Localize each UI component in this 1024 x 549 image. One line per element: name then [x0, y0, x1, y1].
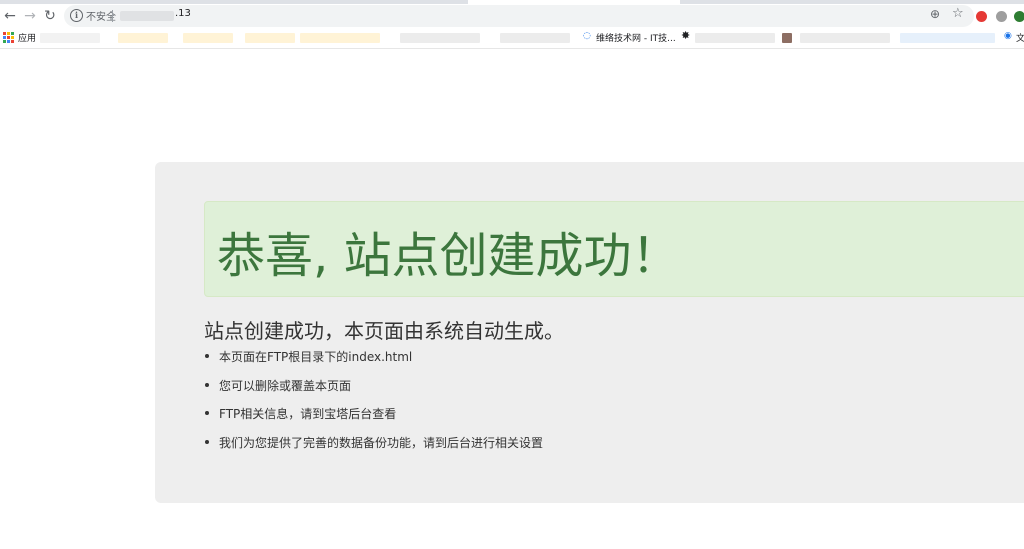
url-host-redacted: [120, 11, 174, 21]
apps-dot: [7, 36, 10, 39]
bookmark-it-site[interactable]: 维络技术网 - IT技...: [596, 31, 676, 44]
jumbotron: 恭喜, 站点创建成功！ 站点创建成功，本页面由系统自动生成。 本页面在FTP根目…: [155, 162, 1024, 503]
address-bar[interactable]: i 不安全 .13 ⊕ ☆: [64, 5, 974, 27]
success-alert: 恭喜, 站点创建成功！: [204, 201, 1024, 297]
list-item-text: FTP相关信息，请到宝塔后台查看: [219, 407, 397, 421]
bookmark-apps[interactable]: 应用: [18, 31, 36, 44]
bookmark-redacted[interactable]: [400, 33, 480, 43]
apps-dot: [3, 32, 6, 35]
lead-text: 站点创建成功，本页面由系统自动生成。: [204, 319, 564, 343]
extension-swirl-icon[interactable]: [996, 11, 1007, 22]
list-item: 我们为您提供了完善的数据备份功能，请到后台进行相关设置: [204, 434, 543, 463]
bookmark-last[interactable]: 文: [1016, 31, 1024, 44]
apps-dot: [11, 32, 14, 35]
info-list: 本页面在FTP根目录下的index.html 您可以删除或覆盖本页面 FTP相关…: [204, 348, 543, 462]
zoom-icon[interactable]: ⊕: [930, 7, 940, 21]
bookmark-favicon: ◉: [1004, 31, 1012, 41]
bookmark-star-icon[interactable]: ☆: [952, 6, 964, 21]
apps-dot: [3, 40, 6, 43]
bookmark-redacted[interactable]: [300, 33, 380, 43]
list-item-text: 我们为您提供了完善的数据备份功能，请到后台进行相关设置: [219, 435, 544, 450]
bullet: [205, 382, 209, 387]
apps-dot: [11, 40, 14, 43]
list-item: 您可以删除或覆盖本页面: [204, 377, 543, 406]
bullet: [205, 411, 209, 415]
bullet: [205, 354, 209, 358]
list-item-text: 您可以删除或覆盖本页面: [219, 378, 352, 393]
bookmark-redacted[interactable]: [183, 33, 233, 43]
address-separator: [112, 10, 113, 22]
bookmark-favicon: ◌: [583, 31, 591, 41]
forward-icon[interactable]: →: [20, 4, 40, 28]
bookmark-redacted[interactable]: [500, 33, 570, 43]
back-icon[interactable]: ←: [0, 4, 20, 28]
info-icon[interactable]: i: [70, 9, 83, 22]
url-text[interactable]: .13: [175, 8, 191, 19]
list-item: 本页面在FTP根目录下的index.html: [204, 348, 543, 377]
apps-dot: [7, 32, 10, 35]
bookmarks-bar: 应用 ◌ 维络技术网 - IT技... ✸ ◉ 文: [0, 28, 1024, 48]
bullet: [205, 439, 209, 444]
apps-dot: [3, 36, 6, 39]
success-headline: 恭喜, 站点创建成功！: [217, 228, 680, 284]
apps-dot: [7, 40, 10, 43]
list-item: FTP相关信息，请到宝塔后台查看: [204, 405, 543, 434]
apps-grid-icon[interactable]: [3, 32, 14, 43]
bookmark-redacted[interactable]: [900, 33, 995, 43]
bookmark-redacted[interactable]: [800, 33, 890, 43]
bookmark-redacted[interactable]: [695, 33, 775, 43]
bookmark-redacted[interactable]: [118, 33, 168, 43]
extension-green-icon[interactable]: [1014, 11, 1024, 22]
extension-red-icon[interactable]: [976, 11, 987, 22]
list-item-text: 本页面在FTP根目录下的index.html: [219, 350, 413, 364]
bookmark-redacted[interactable]: [40, 33, 100, 43]
browser-toolbar: ← → ↻ i 不安全 .13 ⊕ ☆: [0, 4, 1024, 28]
reload-icon[interactable]: ↻: [40, 4, 60, 28]
bookmark-star-glyph[interactable]: ✸: [681, 29, 690, 42]
bookmark-redacted[interactable]: [782, 33, 792, 43]
apps-dot: [11, 36, 14, 39]
bookmark-redacted[interactable]: [245, 33, 295, 43]
chrome-divider: [0, 48, 1024, 49]
